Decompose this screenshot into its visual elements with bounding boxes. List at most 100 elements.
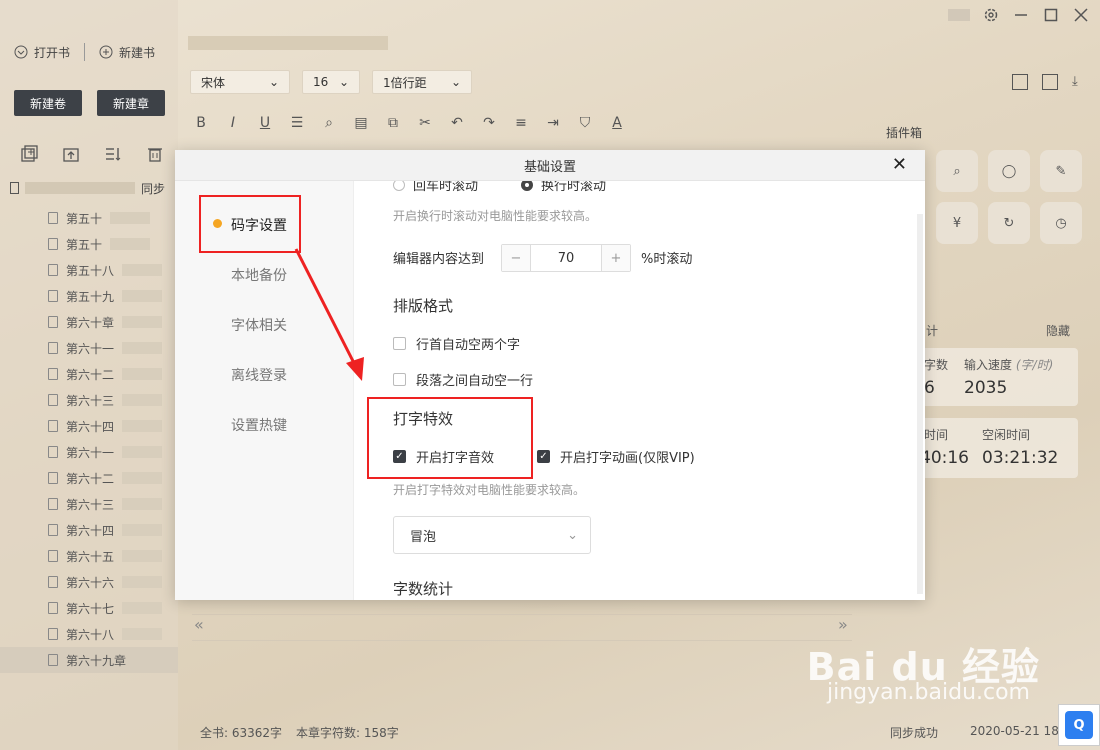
save-as-icon[interactable]: [1042, 74, 1058, 90]
effect-title: 打字特效: [393, 410, 454, 428]
minimize-icon[interactable]: [1012, 6, 1030, 24]
typeset-opt1[interactable]: 行首自动空两个字: [393, 334, 520, 353]
plugins-label: 插件箱: [886, 126, 923, 140]
save-icon[interactable]: [1012, 74, 1028, 90]
settings-icon[interactable]: [982, 6, 1000, 24]
scroll-option-2[interactable]: 换行时滚动: [521, 181, 606, 194]
underline-icon[interactable]: U: [254, 114, 276, 132]
effect-opt1[interactable]: ✓ 开启打字音效: [393, 447, 494, 466]
chapter-title-blur: [122, 316, 163, 328]
chapter-item[interactable]: 第五十九: [48, 283, 178, 309]
shirt-icon[interactable]: ⛉: [574, 114, 596, 132]
typeset-title: 排版格式: [393, 297, 454, 315]
font-color-icon[interactable]: A: [606, 114, 628, 132]
size-select[interactable]: 16 ⌄: [302, 70, 360, 94]
baidu-watermark-url: jingyan.baidu.com: [826, 680, 1030, 705]
copy-icon[interactable]: ⧉: [382, 114, 404, 132]
chapter-item[interactable]: 第六十三: [48, 491, 178, 517]
maximize-icon[interactable]: [1042, 6, 1060, 24]
user-blur: [948, 9, 970, 21]
nav-font[interactable]: 字体相关: [231, 315, 287, 335]
chapter-doc-icon: [48, 342, 58, 354]
sort-icon[interactable]: [102, 143, 124, 165]
chapter-item[interactable]: 第六十一: [48, 439, 178, 465]
chat-icon[interactable]: ◯: [988, 150, 1030, 192]
cut-icon[interactable]: ✂: [414, 114, 436, 132]
checkbox-checked-icon: ✓: [393, 450, 406, 463]
typeset-opt2[interactable]: 段落之间自动空一行: [393, 370, 533, 389]
align-icon[interactable]: ≡: [510, 114, 532, 132]
chapter-title-blur: [122, 264, 163, 276]
pencil-icon[interactable]: ✎: [1040, 150, 1082, 192]
book-title-row[interactable]: 同步: [10, 180, 170, 196]
font-select[interactable]: 宋体 ⌄: [190, 70, 290, 94]
effect-hint: 开启打字特效对电脑性能要求较高。: [393, 483, 586, 497]
indent-icon[interactable]: ⇥: [542, 114, 564, 132]
nav-offline-login[interactable]: 离线登录: [231, 365, 287, 385]
chapter-item[interactable]: 第六十六: [48, 569, 178, 595]
chapter-item[interactable]: 第六十一: [48, 335, 178, 361]
effect-opt2-label: 开启打字动画(仅限VIP): [560, 451, 695, 466]
dialog-title: 基础设置: [523, 159, 576, 175]
new-book-button[interactable]: 新建书: [85, 44, 169, 61]
close-icon[interactable]: [1072, 6, 1090, 24]
chapter-title: 第六十二: [66, 367, 115, 382]
clock-icon[interactable]: ◷: [1040, 202, 1082, 244]
plus-button[interactable]: +: [602, 245, 630, 271]
nav-hotkeys[interactable]: 设置热键: [231, 415, 287, 435]
trash-icon[interactable]: [144, 143, 166, 165]
upload-icon[interactable]: [60, 143, 82, 165]
word-label: 字数: [924, 358, 949, 372]
page-next-icon[interactable]: »: [838, 615, 848, 634]
nav-local-backup[interactable]: 本地备份: [231, 265, 287, 285]
effect-opt2[interactable]: ✓ 开启打字动画(仅限VIP): [537, 447, 695, 466]
chapter-item[interactable]: 第六十二: [48, 361, 178, 387]
scroll-percent-value[interactable]: 70: [530, 245, 602, 271]
chapter-item[interactable]: 第六十九章: [0, 647, 178, 673]
italic-icon[interactable]: I: [222, 114, 244, 132]
chapter-item[interactable]: 第五十: [48, 205, 178, 231]
chapter-item[interactable]: 第六十八: [48, 621, 178, 647]
chapter-item[interactable]: 第五十八: [48, 257, 178, 283]
chapter-item[interactable]: 第六十七: [48, 595, 178, 621]
add-volume-icon[interactable]: [18, 143, 40, 165]
open-book-button[interactable]: 打开书: [0, 44, 84, 61]
word-speed-card: 字数 输入速度 (字/时) 6 2035: [920, 348, 1078, 406]
new-volume-button[interactable]: 新建卷: [14, 90, 82, 116]
idle-label: 空闲时间: [982, 428, 1031, 442]
content-scrollbar[interactable]: [917, 214, 923, 594]
dialog-close-button[interactable]: ✕: [892, 154, 907, 175]
refresh-icon[interactable]: ↻: [988, 202, 1030, 244]
chapter-item[interactable]: 第六十三: [48, 387, 178, 413]
strikethrough-icon[interactable]: ☰: [286, 114, 308, 132]
chapter-item[interactable]: 第六十章: [48, 309, 178, 335]
redo-icon[interactable]: ↷: [478, 114, 500, 132]
scroll-option-1[interactable]: 回车时滚动: [393, 181, 478, 194]
chapter-doc-icon: [48, 212, 58, 224]
chapter-item[interactable]: 第五十: [48, 231, 178, 257]
bold-icon[interactable]: B: [190, 114, 212, 132]
review-icon[interactable]: ⌕: [936, 150, 978, 192]
chapter-doc-icon: [48, 472, 58, 484]
word-value: 6: [924, 378, 935, 398]
chapter-title-blur: [188, 36, 388, 50]
search-icon[interactable]: ⌕: [318, 114, 340, 132]
help-button[interactable]: Q: [1058, 704, 1100, 746]
chapter-item[interactable]: 第六十四: [48, 517, 178, 543]
chapter-title-blur: [122, 342, 163, 354]
stats-hide-link[interactable]: 隐藏: [1046, 322, 1070, 339]
chapter-item[interactable]: 第六十二: [48, 465, 178, 491]
chapter-item[interactable]: 第六十五: [48, 543, 178, 569]
new-chapter-button[interactable]: 新建章: [97, 90, 165, 116]
effect-select[interactable]: 冒泡 ⌄: [393, 516, 591, 554]
download-icon[interactable]: ⤓: [1072, 74, 1078, 90]
yen-icon[interactable]: ¥: [936, 202, 978, 244]
note-icon[interactable]: ▤: [350, 114, 372, 132]
nav-typing-settings[interactable]: 码字设置: [231, 215, 287, 235]
minus-button[interactable]: −: [502, 245, 530, 271]
undo-icon[interactable]: ↶: [446, 114, 468, 132]
scroll-option-1-label: 回车时滚动: [413, 181, 479, 194]
page-prev-icon[interactable]: «: [194, 615, 204, 634]
chapter-item[interactable]: 第六十四: [48, 413, 178, 439]
line-spacing-select[interactable]: 1倍行距 ⌄: [372, 70, 472, 94]
